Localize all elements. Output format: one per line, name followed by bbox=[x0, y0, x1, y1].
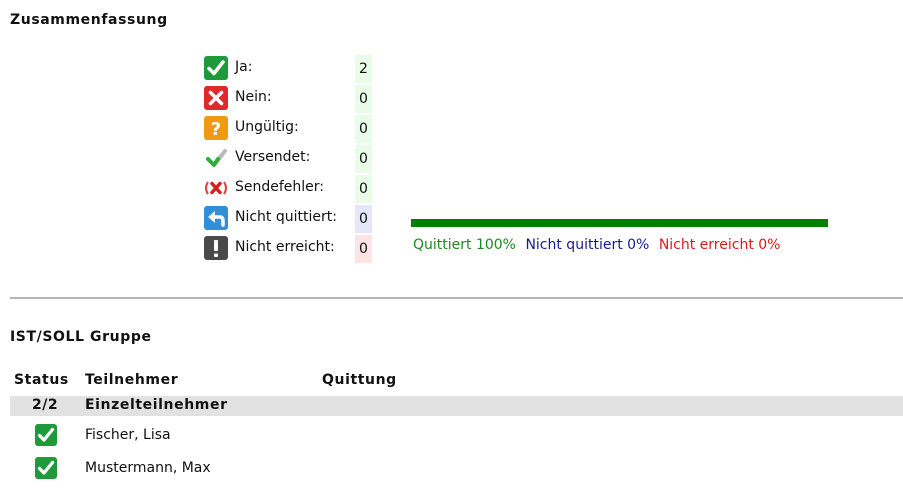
svg-text:?: ? bbox=[211, 119, 221, 140]
stat-row-ja: Ja: 2 bbox=[203, 55, 372, 83]
stat-value: 0 bbox=[355, 85, 372, 113]
legend-nicht-erreicht: Nicht erreicht 0% bbox=[658, 237, 781, 253]
check-green-icon bbox=[203, 55, 229, 81]
x-red-icon bbox=[203, 85, 229, 111]
stat-label: Ja: bbox=[235, 59, 253, 75]
stat-value: 0 bbox=[355, 115, 372, 143]
exclamation-icon bbox=[203, 235, 229, 261]
stat-value: 2 bbox=[355, 55, 372, 83]
stat-label: Ungültig: bbox=[235, 119, 299, 135]
stat-row-ungueltig: ? Ungültig: 0 bbox=[203, 115, 372, 143]
stat-label: Nicht quittiert: bbox=[235, 209, 337, 225]
summary-heading: Zusammenfassung bbox=[10, 12, 168, 28]
stat-label: Sendefehler: bbox=[235, 179, 325, 195]
progress-legend: Quittiert 100% Nicht quittiert 0% Nicht … bbox=[413, 237, 785, 253]
section-divider bbox=[10, 297, 903, 299]
stat-row-versendet: Versendet: 0 bbox=[203, 145, 372, 173]
check-green-icon bbox=[34, 456, 58, 480]
group-heading: IST/SOLL Gruppe bbox=[10, 329, 152, 345]
stat-value: 0 bbox=[355, 145, 372, 173]
stat-value: 0 bbox=[355, 235, 372, 263]
table-row[interactable]: Fischer, Lisa bbox=[10, 420, 903, 450]
group-row[interactable]: 2/2 Einzelteilnehmer bbox=[10, 396, 903, 416]
legend-quittiert: Quittiert 100% bbox=[413, 237, 516, 253]
participant-name: Mustermann, Max bbox=[85, 460, 211, 476]
check-green-icon bbox=[34, 423, 58, 447]
stat-label: Versendet: bbox=[235, 149, 311, 165]
acknowledgement-progress-bar bbox=[411, 219, 828, 227]
group-count: 2/2 bbox=[32, 397, 59, 413]
stat-row-nein: Nein: 0 bbox=[203, 85, 372, 113]
sent-check-icon bbox=[203, 145, 229, 171]
stat-row-nicht-quittiert: Nicht quittiert: 0 bbox=[203, 205, 372, 233]
participant-name: Fischer, Lisa bbox=[85, 427, 171, 443]
group-name: Einzelteilnehmer bbox=[85, 397, 228, 413]
stat-row-sendefehler: Sendefehler: 0 bbox=[203, 175, 372, 203]
send-error-icon bbox=[203, 175, 229, 201]
table-row[interactable]: Mustermann, Max bbox=[10, 453, 903, 483]
column-header-teilnehmer: Teilnehmer bbox=[85, 372, 179, 388]
stat-value: 0 bbox=[355, 175, 372, 203]
stat-label: Nein: bbox=[235, 89, 272, 105]
stat-row-nicht-erreicht: Nicht erreicht: 0 bbox=[203, 235, 372, 263]
column-header-quittung: Quittung bbox=[322, 372, 397, 388]
legend-nicht-quittiert: Nicht quittiert 0% bbox=[525, 237, 650, 253]
question-orange-icon: ? bbox=[203, 115, 229, 141]
column-header-status: Status bbox=[14, 372, 69, 388]
stat-label: Nicht erreicht: bbox=[235, 239, 335, 255]
stat-value: 0 bbox=[355, 205, 372, 233]
unacknowledged-arrow-icon bbox=[203, 205, 229, 231]
